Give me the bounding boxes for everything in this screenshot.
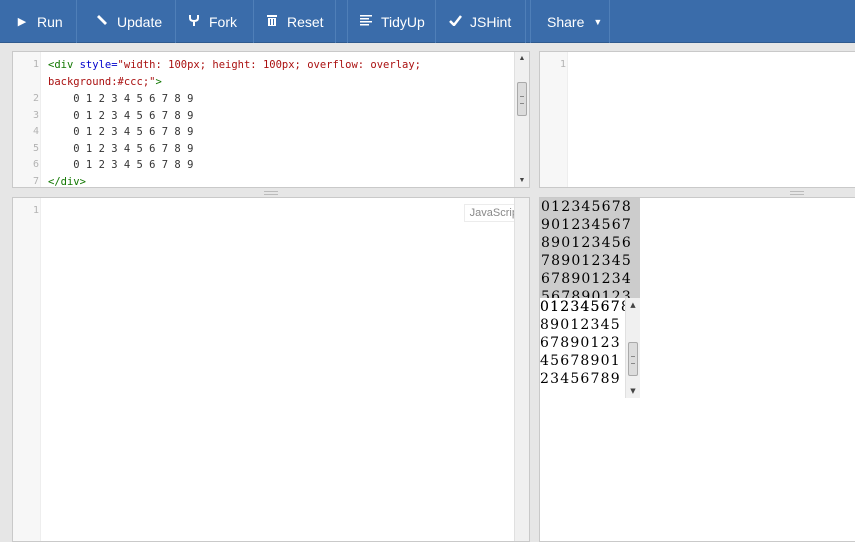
code-line-1: <div style="width: 100px; height: 100px;… <box>48 59 421 71</box>
update-button[interactable]: Update <box>78 0 176 43</box>
fork-label: Fork <box>209 13 237 30</box>
checkmark-icon <box>449 14 462 29</box>
reset-button[interactable]: Reset <box>255 0 336 43</box>
gray-overflow-box: 0123456789012345678901234567890123456789… <box>540 198 640 298</box>
tag-close: > <box>155 76 162 88</box>
line-number: 5 <box>32 143 39 154</box>
result-panel: 0123456789012345678901234567890123456789… <box>539 197 855 542</box>
code-line: 0 1 2 3 4 5 6 7 8 9 <box>48 143 194 155</box>
scrollbar-thumb[interactable] <box>628 342 638 376</box>
overlay-scroll-box: 0123456789 01234567890123456789012345678… <box>540 298 640 398</box>
tidyup-button[interactable]: TidyUp <box>347 0 436 43</box>
fork-icon <box>188 14 200 30</box>
code-line: 0 1 2 3 4 5 6 7 8 9 <box>48 93 194 105</box>
tidyup-label: TidyUp <box>381 13 425 30</box>
code-line: </div> <box>48 176 86 188</box>
line-number: 1 <box>559 59 566 70</box>
line-number: 7 <box>32 176 39 187</box>
line-number-gutter: 1 <box>13 198 41 541</box>
chevron-down-icon: ▼ <box>593 16 603 27</box>
pencil-icon <box>96 14 108 29</box>
code-line: 0 1 2 3 4 5 6 7 8 9 <box>48 159 194 171</box>
toolbar: ▶ Run Update Fork Reset TidyUp JSHint Sh… <box>0 0 855 43</box>
line-number: 1 <box>32 59 39 70</box>
fork-button[interactable]: Fork <box>177 0 254 43</box>
update-label: Update <box>117 13 163 30</box>
attr-value: background:#ccc;" <box>48 76 156 88</box>
line-number-gutter: 1 2 3 4 5 6 7 <box>13 52 41 187</box>
code-line: 0 1 2 3 4 5 6 7 8 9 <box>48 126 194 138</box>
box-scrollbar[interactable]: ▲ ▼ <box>625 298 640 398</box>
attr-name: style= <box>79 59 118 71</box>
resize-handle[interactable] <box>264 191 278 195</box>
run-button[interactable]: ▶ Run <box>0 0 77 43</box>
scroll-down-icon[interactable]: ▼ <box>515 177 529 184</box>
html-editor[interactable]: 1 2 3 4 5 6 7 <div style="width: 100px; … <box>12 51 530 188</box>
scroll-up-icon[interactable]: ▲ <box>515 55 529 62</box>
box-text: 0123456789012345678901234567890123456789… <box>541 199 632 298</box>
js-editor[interactable]: 1 JavaScript <box>12 197 530 542</box>
run-label: Run <box>37 13 63 30</box>
line-number-gutter: 1 <box>540 52 568 187</box>
align-lines-icon <box>360 14 372 29</box>
attr-value: "width: 100px; height: 100px; overflow: … <box>117 59 421 71</box>
css-editor[interactable]: 1 <box>539 51 855 188</box>
scroll-down-icon[interactable]: ▼ <box>626 387 640 395</box>
line-number: 4 <box>32 126 39 137</box>
editor-scrollbar[interactable] <box>514 198 529 541</box>
line-number: 2 <box>32 93 39 104</box>
scroll-up-icon[interactable]: ▲ <box>626 301 640 309</box>
line-number: 6 <box>32 159 39 170</box>
code-line-1-wrap: background:#ccc;"> <box>48 76 162 88</box>
tag-open: <div <box>48 59 80 71</box>
editor-scrollbar[interactable]: ▲ ▼ <box>514 52 529 187</box>
trash-icon <box>266 14 278 29</box>
jshint-button[interactable]: JSHint <box>437 0 526 43</box>
scrollbar-thumb[interactable] <box>517 82 527 116</box>
line-number: 3 <box>32 110 39 121</box>
reset-label: Reset <box>287 13 324 30</box>
share-label: Share <box>547 13 585 30</box>
share-button[interactable]: Share ▼ <box>530 0 610 43</box>
code-line: 0 1 2 3 4 5 6 7 8 9 <box>48 110 194 122</box>
play-icon: ▶ <box>17 16 27 28</box>
line-number: 1 <box>32 205 39 216</box>
jshint-label: JSHint <box>470 13 512 30</box>
scroll-content-text: 0123456789012345678901234567890123456789 <box>540 299 621 387</box>
resize-handle[interactable] <box>790 191 804 195</box>
